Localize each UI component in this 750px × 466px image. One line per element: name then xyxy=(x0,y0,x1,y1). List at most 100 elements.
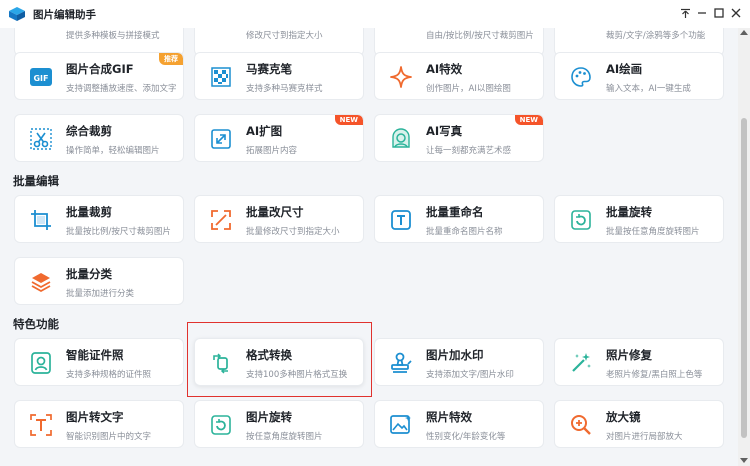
tool-card-image-rotate[interactable]: 图片旋转 按任意角度旋转图片 xyxy=(194,400,364,448)
maximize-icon xyxy=(714,8,724,18)
tool-card-ai-paint[interactable]: AI绘画 输入文本，AI一键生成 xyxy=(554,52,724,100)
scroll-down-arrow-icon[interactable] xyxy=(740,458,748,463)
tool-title: 图片旋转 xyxy=(246,410,292,424)
tool-card-batch-crop[interactable]: 批量裁剪 批量按比例/按尺寸裁剪图片 xyxy=(14,195,184,243)
tool-title: 放大镜 xyxy=(606,410,641,424)
ocr-text-icon xyxy=(30,414,52,436)
tool-desc: 批量修改尺寸到指定大小 xyxy=(246,227,340,237)
close-button[interactable] xyxy=(727,4,745,22)
tool-desc: 拓展图片内容 xyxy=(246,146,298,156)
tool-card-image-to-text[interactable]: 图片转文字 智能识别图片中的文字 xyxy=(14,400,184,448)
tool-grid: 提供多种模板与拼接模式 修改尺寸到指定大小 自由/按比例/按尺寸裁剪图片 裁剪/… xyxy=(0,28,738,466)
tool-desc: 让每一刻都充满艺术感 xyxy=(426,146,512,156)
tool-card-gif[interactable]: GIF 图片合成GIF 支持调整播放速度、添加文字 推荐 xyxy=(14,52,184,100)
tool-desc: 批量添加进行分类 xyxy=(66,289,135,299)
scroll-up-arrow-icon[interactable] xyxy=(740,30,748,35)
tool-title: 批量改尺寸 xyxy=(246,205,304,219)
tool-desc: 批量重命名图片名称 xyxy=(426,227,503,237)
magnifier-icon xyxy=(571,415,591,435)
tool-title: 马赛克笔 xyxy=(246,62,292,76)
tool-title: 批量分类 xyxy=(66,267,112,281)
rename-icon xyxy=(391,210,411,230)
title-bar: 图片编辑助手 xyxy=(0,0,750,28)
tool-card-batch-classify[interactable]: 批量分类 批量添加进行分类 xyxy=(14,257,184,305)
layers-icon xyxy=(31,273,51,293)
tool-card-batch-resize[interactable]: 批量改尺寸 批量修改尺寸到指定大小 xyxy=(194,195,364,243)
tool-desc: 智能识别图片中的文字 xyxy=(66,432,152,442)
tool-desc: 批量按比例/按尺寸裁剪图片 xyxy=(66,227,171,237)
tool-card-batch-rotate[interactable]: 批量旋转 批量按任意角度旋转图片 xyxy=(554,195,724,243)
tool-title: AI扩图 xyxy=(246,124,283,138)
palette-icon xyxy=(571,67,591,87)
tool-card-watermark[interactable]: 图片加水印 支持添加文字/图片水印 xyxy=(374,338,544,386)
section-title-batch: 批量编辑 xyxy=(13,174,59,188)
new-badge: NEW xyxy=(334,115,363,125)
vertical-scrollbar[interactable] xyxy=(738,28,750,466)
gif-icon: GIF xyxy=(30,68,52,86)
maximize-button[interactable] xyxy=(710,4,728,22)
tool-card-id-photo[interactable]: 智能证件照 支持多种规格的证件照 xyxy=(14,338,184,386)
tool-desc: 提供多种模板与拼接模式 xyxy=(66,31,160,41)
tool-card-mosaic[interactable]: 马赛克笔 支持多种马赛克样式 xyxy=(194,52,364,100)
tool-card-ai-effect[interactable]: AI特效 创作图片，AI以图绘图 xyxy=(374,52,544,100)
tool-desc: 裁剪/文字/涂鸦等多个功能 xyxy=(606,31,706,41)
tool-title: 图片合成GIF xyxy=(66,62,134,76)
tool-title: 智能证件照 xyxy=(66,348,124,362)
tool-desc: 支持调整播放速度、添加文字 xyxy=(66,84,177,94)
tool-desc: 自由/按比例/按尺寸裁剪图片 xyxy=(426,31,534,41)
tool-title: 批量裁剪 xyxy=(66,205,112,219)
new-badge: NEW xyxy=(514,115,543,125)
tool-desc: 输入文本，AI一键生成 xyxy=(606,84,691,94)
stamp-icon xyxy=(391,352,412,373)
tool-card-ai-expand[interactable]: AI扩图 拓展图片内容 NEW xyxy=(194,114,364,162)
tool-card-photo-effect[interactable]: 照片特效 性别变化/年龄变化等 xyxy=(374,400,544,448)
tool-desc: 按任意角度旋转图片 xyxy=(246,432,323,442)
tool-title: 图片转文字 xyxy=(66,410,124,424)
tool-title: AI绘画 xyxy=(606,62,643,76)
tool-card-magnifier[interactable]: 放大镜 对图片进行局部放大 xyxy=(554,400,724,448)
image-effect-icon xyxy=(390,415,411,434)
tool-card-batch-rename[interactable]: 批量重命名 批量重命名图片名称 xyxy=(374,195,544,243)
tool-title: 照片特效 xyxy=(426,410,472,424)
tool-desc: 批量按任意角度旋转图片 xyxy=(606,227,700,237)
resize-icon xyxy=(211,210,231,230)
app-title: 图片编辑助手 xyxy=(33,9,96,21)
tool-desc: 对图片进行局部放大 xyxy=(606,432,683,442)
expand-icon xyxy=(211,129,231,149)
tool-title: 批量旋转 xyxy=(606,205,652,219)
tool-desc: 老照片修复/黑白照上色等 xyxy=(606,370,703,380)
recommend-badge: 推荐 xyxy=(159,53,183,65)
tool-desc: 支持添加文字/图片水印 xyxy=(426,370,514,380)
minimize-button[interactable] xyxy=(693,4,711,22)
close-icon xyxy=(731,8,741,18)
tool-title: 批量重命名 xyxy=(426,205,484,219)
tool-card-photo-repair[interactable]: 照片修复 老照片修复/黑白照上色等 xyxy=(554,338,724,386)
scrollbar-thumb[interactable] xyxy=(741,118,747,438)
tool-desc: 性别变化/年龄变化等 xyxy=(426,432,506,442)
section-title-special: 特色功能 xyxy=(13,317,59,331)
rotate-icon xyxy=(571,210,591,230)
tool-card-ai-portrait[interactable]: AI写真 让每一刻都充满艺术感 NEW xyxy=(374,114,544,162)
tool-title: 照片修复 xyxy=(606,348,652,362)
tool-card-smart-crop[interactable]: 综合裁剪 操作简单，轻松编辑图片 xyxy=(14,114,184,162)
mosaic-icon xyxy=(211,67,231,87)
app-logo-icon xyxy=(9,7,25,21)
tool-title: 综合裁剪 xyxy=(66,124,112,138)
pin-icon xyxy=(680,8,690,18)
tool-desc: 修改尺寸到指定大小 xyxy=(246,31,323,41)
crop-icon xyxy=(31,210,51,230)
tool-title: 图片加水印 xyxy=(426,348,484,362)
tool-desc: 支持多种规格的证件照 xyxy=(66,370,152,380)
portrait-icon xyxy=(392,128,410,148)
highlight-box xyxy=(187,322,372,397)
pin-button[interactable] xyxy=(676,4,694,22)
magic-wand-icon xyxy=(572,353,591,372)
sparkle-icon xyxy=(390,66,412,88)
tool-desc: 操作简单，轻松编辑图片 xyxy=(66,146,160,156)
tool-title: AI特效 xyxy=(426,62,463,76)
minimize-icon xyxy=(698,12,706,14)
svg-text:GIF: GIF xyxy=(33,74,48,83)
id-photo-icon xyxy=(31,352,51,374)
tool-desc: 支持多种马赛克样式 xyxy=(246,84,323,94)
image-rotate-icon xyxy=(211,415,231,435)
